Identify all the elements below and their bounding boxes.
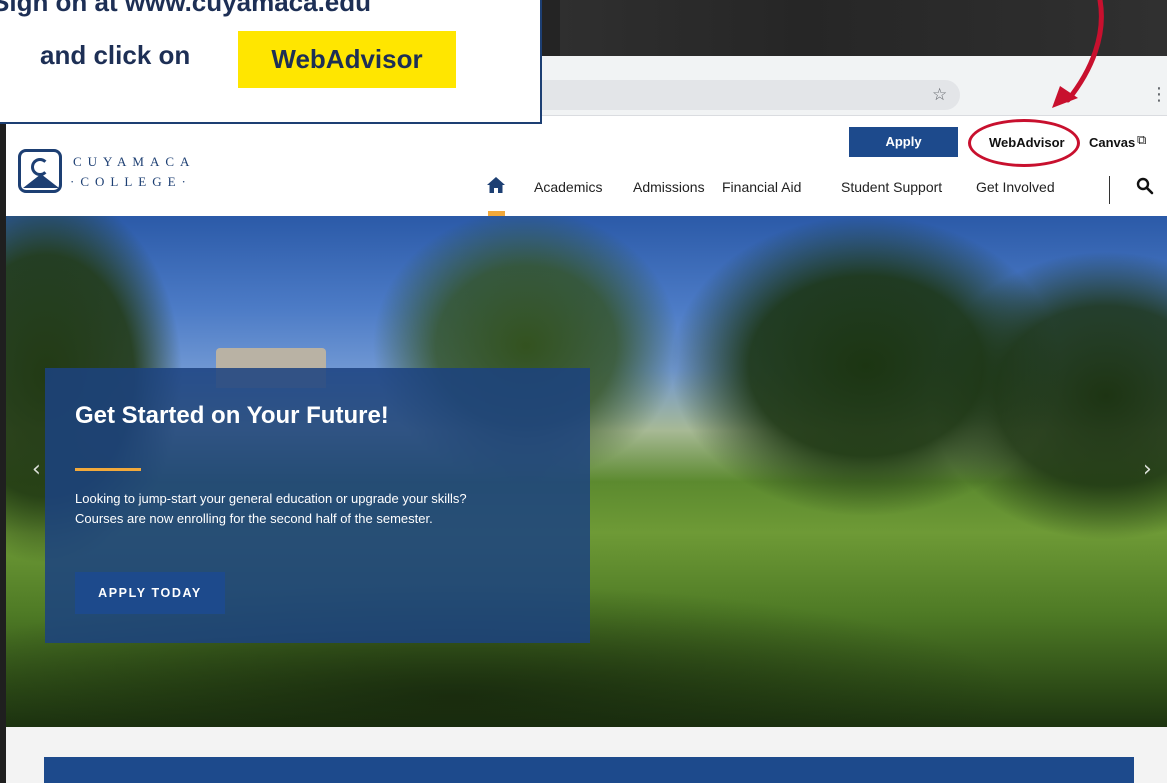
chevron-right-icon[interactable]: › xyxy=(1143,457,1152,482)
nav-divider xyxy=(1109,176,1110,204)
external-link-icon: ⧉ xyxy=(1137,133,1147,148)
next-section-banner xyxy=(44,757,1134,783)
site-header: CUYAMACA ·COLLEGE· Apply WebAdvisor Canv… xyxy=(0,116,1167,216)
callout-instruction-prefix: and click on xyxy=(40,40,191,70)
apply-button[interactable]: Apply xyxy=(849,127,958,157)
search-icon[interactable] xyxy=(1136,177,1154,195)
canvas-link[interactable]: Canvas xyxy=(1089,135,1135,150)
tutorial-callout: Sign on at www.cuyamaca.edu and click on… xyxy=(0,0,542,124)
apply-today-button[interactable]: APPLY TODAY xyxy=(75,572,225,614)
hero-title: Get Started on Your Future! xyxy=(75,402,389,429)
logo-wordmark-bottom[interactable]: ·COLLEGE· xyxy=(70,174,192,190)
callout-instruction: Sign on at www.cuyamaca.edu xyxy=(0,0,372,17)
nav-student-support[interactable]: Student Support xyxy=(841,179,942,195)
nav-get-involved[interactable]: Get Involved xyxy=(976,179,1055,195)
nav-admissions[interactable]: Admissions xyxy=(633,179,705,195)
hero-accent-rule xyxy=(75,468,141,471)
address-bar[interactable] xyxy=(480,80,960,110)
callout-highlight: WebAdvisor xyxy=(238,31,456,88)
home-icon[interactable] xyxy=(486,175,506,195)
chevron-left-icon[interactable]: ‹ xyxy=(32,457,41,482)
nav-academics[interactable]: Academics xyxy=(534,179,602,195)
nav-financial-aid[interactable]: Financial Aid xyxy=(722,179,801,195)
hero-banner: ‹ › Get Started on Your Future! Looking … xyxy=(0,216,1167,727)
annotation-arrow-icon xyxy=(1052,0,1104,108)
webadvisor-link[interactable]: WebAdvisor xyxy=(989,135,1065,150)
kebab-menu-icon[interactable]: ⋮ xyxy=(1150,84,1167,106)
hero-card: Get Started on Your Future! Looking to j… xyxy=(45,368,590,643)
college-logo-icon[interactable] xyxy=(18,149,62,193)
hero-description: Looking to jump-start your general educa… xyxy=(75,489,555,529)
hero-description-line: Courses are now enrolling for the second… xyxy=(75,511,433,526)
star-icon[interactable]: ☆ xyxy=(932,84,947,106)
hero-description-line: Looking to jump-start your general educa… xyxy=(75,491,467,506)
logo-wordmark-top[interactable]: CUYAMACA xyxy=(73,154,195,170)
